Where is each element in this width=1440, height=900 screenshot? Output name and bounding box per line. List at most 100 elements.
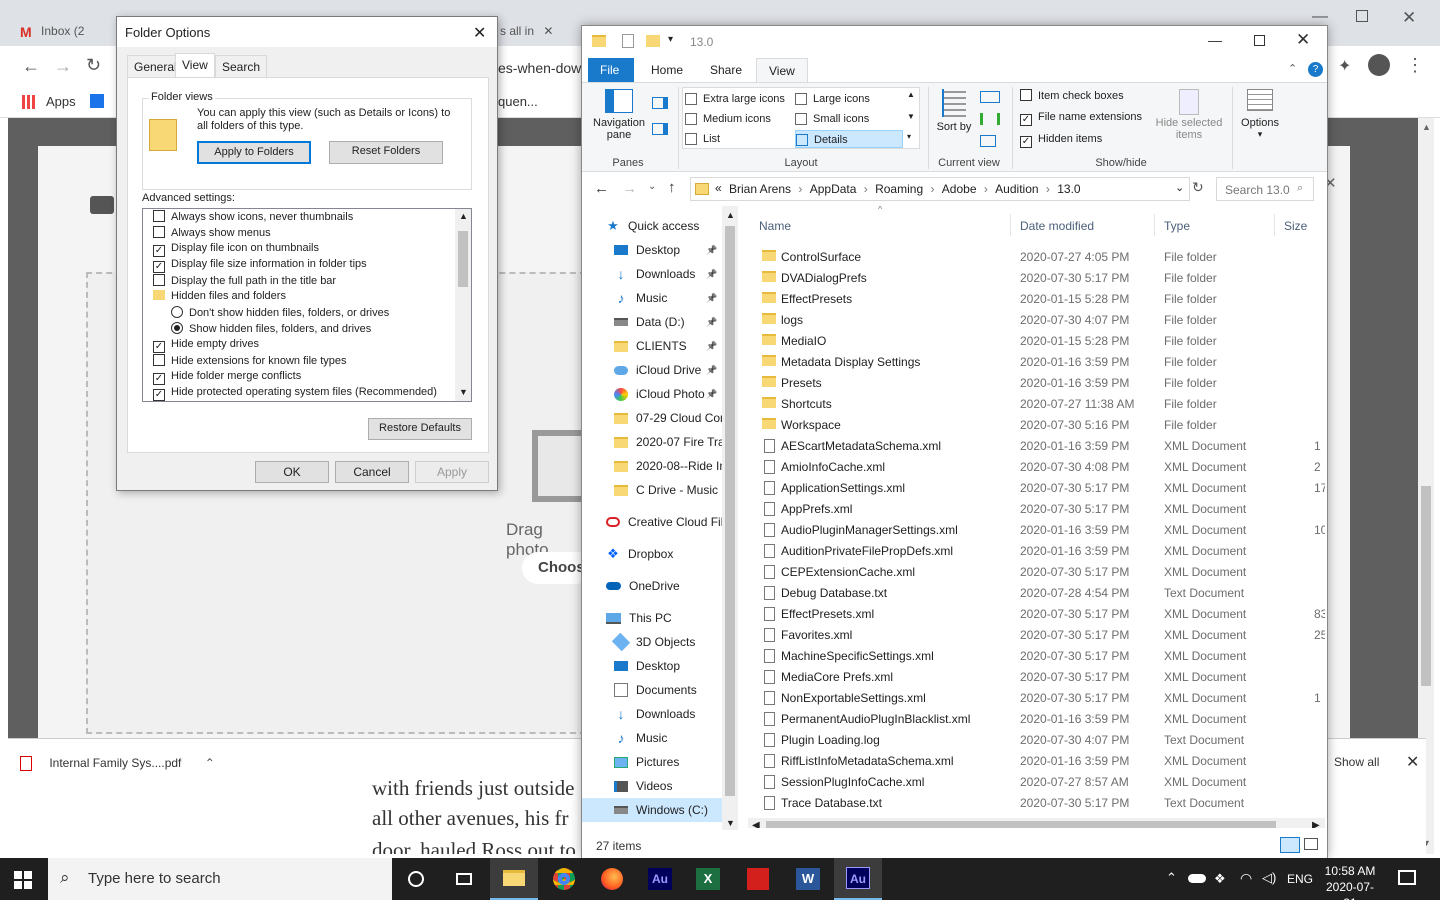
nav-item[interactable]: ↓ Downloads 📌 (582, 262, 722, 286)
scroll-thumb[interactable] (1421, 486, 1431, 686)
advanced-setting-row[interactable]: Display the full path in the title bar (153, 274, 453, 290)
volume-icon[interactable]: ◁) (1262, 870, 1276, 886)
nav-item[interactable]: 3D Objects (582, 630, 722, 654)
file-row[interactable]: Favorites.xml 2020-07-30 5:17 PM XML Docum… (748, 624, 1325, 645)
advanced-setting-row[interactable]: Hidden files and folders (153, 290, 453, 306)
nav-item[interactable]: iCloud Drive 📌 (582, 358, 722, 382)
layout-more-icon[interactable]: ▾ (907, 132, 911, 141)
extensions-icon[interactable]: ✦ (1338, 56, 1351, 76)
advanced-setting-row[interactable]: Show hidden files, folders, and drives (153, 322, 453, 338)
chevron-up-icon[interactable]: ⌃ (205, 756, 215, 770)
layout-details[interactable]: Details (795, 130, 903, 148)
taskbar-chrome[interactable] (540, 858, 588, 900)
file-row[interactable]: MachineSpecificSettings.xml 2020-07-30 5:… (748, 645, 1325, 666)
layout-extra-large-icons[interactable]: Extra large icons (685, 90, 795, 108)
file-row[interactable]: AmioInfoCache.xml 2020-07-30 4:08 PM XML D… (748, 456, 1325, 477)
layout-list[interactable]: List (685, 130, 795, 148)
advanced-setting-row[interactable]: ✓ Display file size information in folder… (153, 258, 453, 274)
breadcrumb-separator-icon[interactable]: › (795, 182, 806, 196)
nav-item[interactable]: Data (D:) 📌 (582, 310, 722, 334)
reset-folders-button[interactable]: Reset Folders (329, 141, 443, 164)
details-pane-icon[interactable] (652, 123, 668, 135)
tab-home[interactable]: Home (639, 58, 695, 82)
nav-item[interactable]: Documents (582, 678, 722, 702)
back-icon[interactable]: ← (22, 56, 40, 77)
file-row[interactable]: AudioPluginManagerSettings.xml 2020-01-16… (748, 519, 1325, 540)
search-box[interactable]: Search 13.0 ⌕ (1216, 177, 1314, 201)
file-row[interactable]: SessionPlugInfoCache.xml 2020-07-27 8:57 … (748, 771, 1325, 792)
properties-icon[interactable] (622, 34, 634, 48)
layout-gallery[interactable]: Extra large icons Large icons Medium ico… (682, 87, 920, 149)
layout-large-icons[interactable]: Large icons (795, 90, 903, 108)
close-button[interactable]: ✕ (1296, 30, 1310, 50)
refresh-icon[interactable]: ↻ (1192, 179, 1204, 196)
add-columns-icon[interactable] (980, 113, 1000, 125)
nav-item[interactable]: ♪ Music 📌 (582, 286, 722, 310)
nav-item[interactable]: Creative Cloud Fil (582, 510, 722, 534)
group-by-icon[interactable] (980, 91, 1000, 103)
file-row[interactable]: logs 2020-07-30 4:07 PM File folder (748, 309, 1325, 330)
pin-icon[interactable]: 📌 (706, 293, 717, 304)
file-name-extensions-toggle[interactable]: ✓ File name extensions (1020, 111, 1142, 126)
details-view-icon[interactable] (1280, 837, 1300, 853)
breadcrumb-item[interactable]: Roaming (875, 182, 923, 196)
file-row[interactable]: ApplicationSettings.xml 2020-07-30 5:17 P… (748, 477, 1325, 498)
tab-share[interactable]: Share (698, 58, 754, 82)
sort-by-button[interactable]: Sort by (936, 89, 972, 149)
file-row[interactable]: Workspace 2020-07-30 5:16 PM File folder (748, 414, 1325, 435)
nav-item[interactable]: C Drive - Music (582, 478, 722, 502)
new-folder-icon[interactable] (646, 35, 660, 47)
breadcrumb-separator-icon[interactable]: › (1043, 182, 1054, 196)
hidden-items-toggle[interactable]: ✓ Hidden items (1020, 133, 1102, 148)
file-row[interactable]: ControlSurface 2020-07-27 4:05 PM File fol… (748, 246, 1325, 267)
tab-view[interactable]: View (756, 58, 808, 82)
taskbar-file-explorer[interactable] (490, 858, 538, 900)
nav-item[interactable]: Windows (C:) (582, 798, 722, 822)
radio-button[interactable] (171, 306, 183, 318)
preview-pane-icon[interactable] (652, 97, 668, 109)
clock[interactable]: 10:58 AM 2020-07-31 (1320, 863, 1380, 900)
notifications-icon[interactable] (1398, 870, 1416, 885)
checkbox[interactable]: ✓ (153, 389, 165, 401)
nav-item[interactable]: Pictures (582, 750, 722, 774)
browser-tab[interactable]: M Inbox (2 (20, 14, 110, 46)
layout-small-icons[interactable]: Small icons (795, 110, 903, 128)
options-button[interactable]: Options ▾ (1236, 89, 1284, 151)
scroll-right-icon[interactable]: ▶ (1312, 820, 1320, 828)
scroll-left-icon[interactable]: ◀ (752, 820, 760, 828)
pin-icon[interactable]: 📌 (706, 389, 717, 400)
checkbox[interactable] (153, 226, 165, 238)
bookmark-fragment[interactable]: quen... (498, 94, 538, 109)
file-row[interactable]: DVADialogPrefs 2020-07-30 5:17 PM File fol… (748, 267, 1325, 288)
recent-locations-icon[interactable]: ⌄ (648, 181, 656, 192)
apps-icon[interactable] (22, 95, 36, 109)
pin-icon[interactable]: 📌 (706, 365, 717, 376)
up-icon[interactable]: ↑ (668, 179, 676, 196)
file-row[interactable]: RiffListInfoMetadataSchema.xml 2020-01-16… (748, 750, 1325, 771)
taskbar-acrobat[interactable] (734, 858, 782, 900)
task-view-button[interactable] (440, 858, 488, 900)
hidden-items-checkbox[interactable]: ✓ (1020, 136, 1032, 148)
checkbox[interactable]: ✓ (153, 373, 165, 385)
apply-button[interactable]: Apply (415, 461, 489, 483)
file-row[interactable]: AppPrefs.xml 2020-07-30 5:17 PM XML Docume… (748, 498, 1325, 519)
file-row[interactable]: Trace Database.txt 2020-07-30 5:17 PM Text… (748, 792, 1325, 813)
dropbox-tray-icon[interactable]: ❖ (1214, 871, 1226, 887)
tab-search[interactable]: Search (215, 55, 268, 77)
close-icon[interactable]: ✕ (473, 23, 486, 43)
cortana-button[interactable] (392, 858, 440, 900)
help-icon[interactable]: ? (1308, 62, 1323, 77)
file-row[interactable]: NonExportableSettings.xml 2020-07-30 5:17… (748, 687, 1325, 708)
advanced-setting-row[interactable]: ✓ Hide folder merge conflicts (153, 370, 453, 386)
tab-file[interactable]: File (588, 58, 634, 82)
file-row[interactable]: AuditionPrivateFilePropDefs.xml 2020-01-1… (748, 540, 1325, 561)
avatar[interactable] (1368, 54, 1390, 76)
nav-scrollbar[interactable]: ▲ ▼ (722, 206, 738, 830)
nav-item[interactable]: ♪ Music (582, 726, 722, 750)
layout-scroll-up-icon[interactable]: ▲ (907, 90, 915, 99)
scroll-down-icon[interactable]: ▼ (726, 818, 735, 828)
navigation-pane-button[interactable]: Navigation pane (588, 89, 650, 149)
minimize-button[interactable]: — (1208, 32, 1222, 48)
scroll-down-icon[interactable]: ▼ (459, 387, 468, 397)
file-row[interactable]: MediaIO 2020-01-15 5:28 PM File folder (748, 330, 1325, 351)
